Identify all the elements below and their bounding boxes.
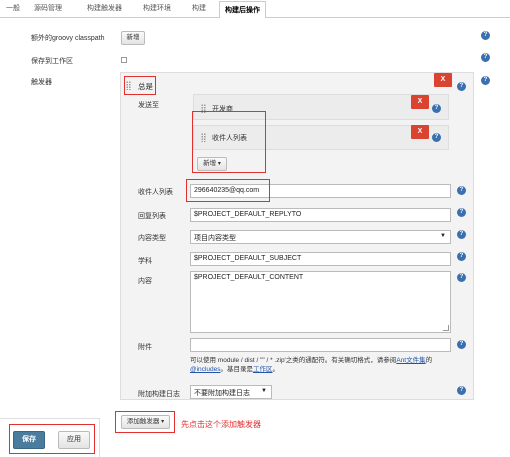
help-icon[interactable]: ? [432,133,441,142]
subject-label: 学科 [138,258,152,265]
delete-recipient-button[interactable]: X [411,125,429,139]
annotation-box [9,424,95,454]
tab-post-build[interactable]: 构建后操作 [219,1,266,18]
help-icon[interactable]: ? [457,208,466,217]
annotation-box [186,179,270,202]
help-icon[interactable]: ? [481,53,490,62]
attachments-label: 附件 [138,344,152,351]
annotation-text: 先点击这个添加触发器 [181,420,261,429]
workspace-link[interactable]: 工作区 [253,366,273,373]
help-icon[interactable]: ? [457,186,466,195]
tab-build-triggers[interactable]: 构建触发器 [87,3,122,13]
triggers-label: 触发器 [31,79,52,86]
help-icon[interactable]: ? [481,76,490,85]
attachments-input[interactable] [190,338,451,352]
resize-handle-icon[interactable] [443,325,449,331]
save-workspace-label: 保存到工作区 [31,58,73,65]
tab-source-control[interactable]: 源码管理 [34,3,62,13]
help-icon[interactable]: ? [457,252,466,261]
build-log-label: 附加构建日志 [138,391,180,398]
content-textarea[interactable]: $PROJECT_DEFAULT_CONTENT [190,271,451,333]
subject-input[interactable]: $PROJECT_DEFAULT_SUBJECT [190,252,451,266]
help-icon[interactable]: ? [457,82,466,91]
annotation-box [115,411,175,433]
recipient-list-label: 收件人列表 [138,189,173,196]
help-icon[interactable]: ? [457,340,466,349]
delete-recipient-button[interactable]: X [411,95,429,109]
help-icon[interactable]: ? [481,31,490,40]
reply-to-input[interactable]: $PROJECT_DEFAULT_REPLYTO [190,208,451,222]
trigger-title: 总是 [138,82,153,91]
annotation-box [192,111,266,173]
build-log-select[interactable]: 不要附加构建日志 ▼ [190,385,272,399]
includes-link[interactable]: @includes [190,366,220,373]
groovy-classpath-label: 额外的groovy classpath [31,35,105,42]
tab-build[interactable]: 构建 [192,3,206,13]
groovy-add-button[interactable]: 新增 [121,31,145,45]
reply-to-label: 回复列表 [138,213,166,220]
ant-fileset-link[interactable]: Ant文件集 [396,357,425,364]
content-label: 内容 [138,278,152,285]
help-icon[interactable]: ? [457,386,466,395]
attachments-hint: 可以使用 module / dist / "" / * .zip'之类的通配符。… [190,357,433,373]
tab-general[interactable]: 一般 [6,3,20,13]
help-icon[interactable]: ? [432,104,441,113]
save-workspace-checkbox[interactable] [121,57,127,63]
send-to-label: 发送至 [138,102,159,109]
tab-bar: 一般 源码管理 构建触发器 构建环境 构建 构建后操作 [0,0,510,18]
content-type-select[interactable]: 项目内容类型 ▼ [190,230,451,244]
tab-build-environment[interactable]: 构建环境 [143,3,171,13]
delete-trigger-button[interactable]: X [434,73,452,87]
help-icon[interactable]: ? [457,230,466,239]
help-icon[interactable]: ? [457,273,466,282]
content-type-label: 内容类型 [138,235,166,242]
